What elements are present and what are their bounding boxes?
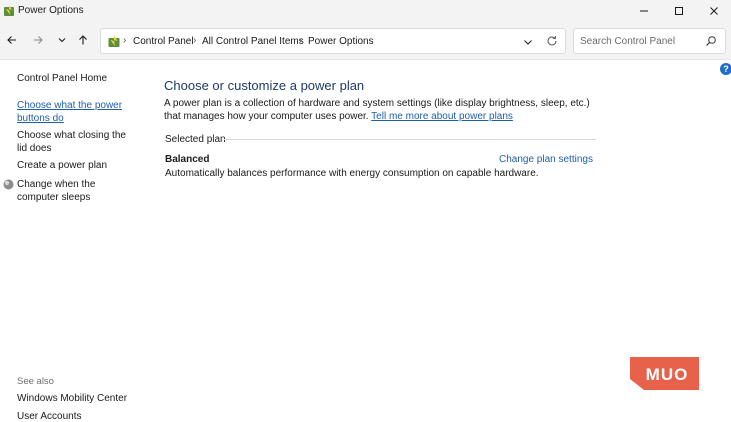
page-description: A power plan is a collection of hardware… (164, 98, 604, 123)
forward-button[interactable] (30, 32, 46, 48)
back-button[interactable] (4, 32, 20, 48)
window-title: Power Options (18, 5, 84, 16)
recent-locations-button[interactable] (54, 32, 70, 48)
watermark-text: MUO (646, 365, 689, 384)
see-also-mobility-center[interactable]: Windows Mobility Center (17, 393, 127, 404)
breadcrumb-separator: › (123, 35, 127, 46)
chevron-down-icon (58, 38, 66, 43)
refresh-icon (547, 35, 557, 46)
breadcrumb-control-panel[interactable]: Control Panel (133, 36, 194, 47)
change-plan-settings-link[interactable]: Change plan settings (499, 154, 593, 165)
arrow-up-icon (79, 35, 87, 45)
see-also-heading: See also (17, 376, 54, 387)
navigation-bar: › Control Panel › All Control Panel Item… (0, 22, 731, 60)
sidebar-control-panel-home[interactable]: Control Panel Home (17, 73, 135, 86)
breadcrumb-separator: › (299, 35, 303, 46)
title-bar: Power Options (0, 0, 731, 22)
selected-plan-label: Selected plan (165, 134, 226, 145)
breadcrumb-all-items[interactable]: All Control Panel Items (202, 36, 304, 47)
page-title: Choose or customize a power plan (164, 78, 365, 93)
learn-more-link[interactable]: Tell me more about power plans (371, 111, 513, 122)
close-button[interactable] (697, 0, 731, 22)
up-button[interactable] (75, 32, 91, 48)
arrow-left-icon (7, 36, 16, 44)
search-box[interactable] (573, 28, 726, 54)
maximize-icon (675, 7, 683, 15)
address-bar[interactable]: › Control Panel › All Control Panel Item… (100, 28, 566, 54)
power-options-icon (4, 5, 14, 16)
close-icon (710, 7, 718, 15)
breadcrumb-separator: › (193, 35, 197, 46)
minimize-button[interactable] (627, 0, 661, 22)
help-icon[interactable]: ? (720, 63, 731, 75)
breadcrumb-power-options[interactable]: Power Options (308, 36, 374, 47)
search-input[interactable] (580, 34, 700, 48)
refresh-button[interactable] (545, 34, 559, 48)
minimize-icon (640, 10, 648, 12)
chevron-down-icon (524, 40, 532, 45)
section-divider (224, 139, 596, 140)
muo-watermark-logo: MUO (630, 357, 699, 390)
see-also-user-accounts[interactable]: User Accounts (17, 411, 81, 422)
sleep-icon (3, 179, 14, 190)
plan-name: Balanced (165, 154, 210, 165)
sidebar-closing-lid[interactable]: Choose what closing the lid does (17, 130, 135, 155)
address-history-button[interactable] (521, 35, 535, 49)
control-panel-icon (108, 35, 120, 47)
search-icon[interactable] (705, 35, 717, 47)
sidebar-power-buttons[interactable]: Choose what the power buttons do (17, 100, 135, 125)
plan-description: Automatically balances performance with … (165, 168, 539, 179)
arrow-right-icon (34, 36, 43, 44)
maximize-button[interactable] (662, 0, 696, 22)
sidebar-computer-sleeps[interactable]: Change when the computer sleeps (17, 179, 135, 204)
sidebar-create-power-plan[interactable]: Create a power plan (17, 160, 135, 173)
